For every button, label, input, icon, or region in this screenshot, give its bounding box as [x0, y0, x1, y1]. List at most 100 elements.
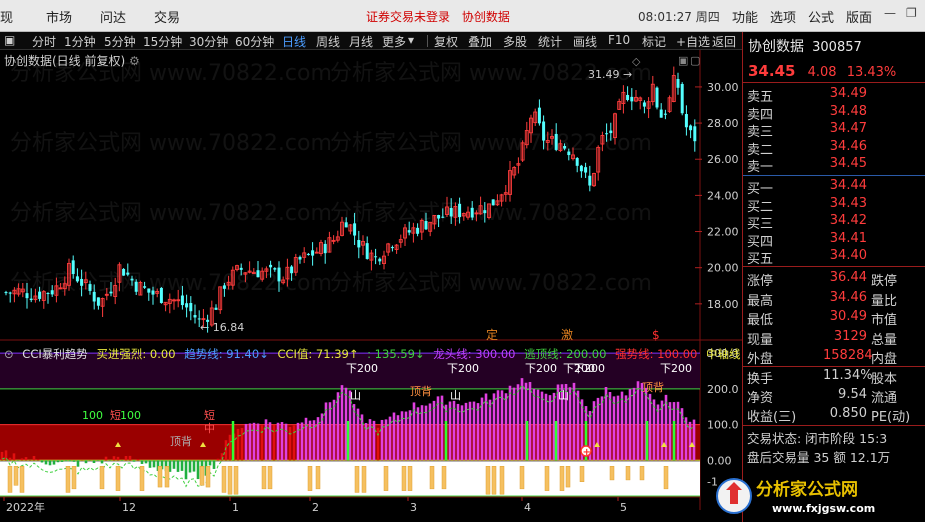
volume-signal-bar [499, 466, 505, 495]
menu-bar: 现 市场 问达 交易 证券交易未登录 协创数据 08:01:27 周四 功能 选… [0, 0, 925, 32]
menu-item-market[interactable]: 市场 [46, 7, 72, 26]
kline-chart[interactable]: 分析家公式网 www.70822.com分析家公式网 www.70822.com… [0, 50, 742, 522]
candle-body [298, 256, 302, 260]
chart-settings-icon[interactable]: ⚙ [129, 54, 140, 68]
overlay-button[interactable]: 叠加 [468, 33, 492, 50]
row-label: 外盘 [747, 352, 774, 367]
x-tick-label: 12 [122, 501, 136, 514]
tab-period-monthly[interactable]: 月线 [349, 33, 373, 50]
row-label: 换手 [747, 372, 774, 387]
tab-period-weekly[interactable]: 周线 [316, 33, 340, 50]
add-favorite-button[interactable]: +自选 [676, 33, 710, 50]
label-duan-2: 短 [204, 408, 215, 422]
stat-row: 最高 34.46 量比 [747, 290, 925, 309]
sell-level: 卖一 34.45 [747, 156, 925, 175]
row-label: 最低 [747, 313, 774, 328]
tab-period-30min[interactable]: 30分钟 [189, 33, 228, 50]
indicator-close-icon[interactable]: ⊙ [4, 347, 14, 361]
tab-period-5min[interactable]: 5分钟 [104, 33, 136, 50]
candle-body [269, 264, 273, 268]
label-100b: 100 [120, 409, 141, 422]
candle-body [483, 210, 487, 214]
menu-options[interactable]: 选项 [770, 7, 796, 26]
tab-period-1min[interactable]: 1分钟 [64, 33, 96, 50]
candle-body [126, 272, 130, 275]
tab-period-60min[interactable]: 60分钟 [235, 33, 274, 50]
y-tick-label: 20.00 [707, 262, 739, 275]
brand-name: 分析家公式网 [756, 479, 858, 500]
statistics-button[interactable]: 统计 [538, 33, 562, 50]
row-value: 34.43 [829, 195, 867, 211]
row-value: 34.48 [829, 103, 867, 119]
menu-item-xian[interactable]: 现 [0, 7, 13, 26]
row-value: 0.850 [829, 406, 867, 421]
volume-signal-bar [401, 466, 407, 491]
volume-signal-bar [261, 466, 267, 490]
chart-toolbar: ▣ 分时 1分钟 5分钟 15分钟 30分钟 60分钟 日线 周线 月线 更多 … [0, 32, 742, 50]
menu-formula[interactable]: 公式 [808, 7, 834, 26]
volume-signal-bar [315, 466, 321, 490]
candle-body [626, 94, 630, 100]
max-price-label: 31.49 → [588, 68, 632, 81]
adjust-button[interactable]: 复权 [434, 33, 458, 50]
multi-stock-button[interactable]: 多股 [503, 33, 527, 50]
tab-period-fenshi[interactable]: 分时 [32, 33, 56, 50]
candle-body [542, 121, 546, 141]
collapse-icon[interactable]: ▣ [4, 33, 15, 47]
draw-line-button[interactable]: 画线 [573, 33, 597, 50]
stock-name: 协创数据 [748, 39, 804, 55]
volume-signal-bar [139, 466, 145, 491]
restore-icon[interactable]: ❐ [906, 6, 917, 20]
volume-signal-bar [565, 466, 571, 488]
menu-item-trade[interactable]: 交易 [154, 7, 180, 26]
brand-logo: 分析家公式网 www.fxjgsw.com [716, 478, 875, 515]
candle-body [537, 107, 541, 124]
more-chevron-icon[interactable]: ▾ [408, 33, 414, 47]
candle-body [193, 315, 197, 318]
candle-body [197, 318, 201, 320]
indicator-name[interactable]: CCI暴利趋势 [22, 347, 87, 361]
row-label: 净资 [747, 391, 774, 406]
stat-row: 涨停 36.44 跌停 [747, 270, 925, 289]
indicator-value-6: 强势线: 100.00 [615, 347, 698, 361]
candle-body [46, 293, 50, 295]
candle-body [214, 307, 218, 310]
marker-ding: 定 [486, 327, 498, 342]
chart-title-text: 协创数据(日线 前复权) [4, 54, 126, 68]
row-label: 现量 [747, 332, 774, 348]
menu-item-wenda[interactable]: 问达 [100, 7, 126, 26]
watermark-text: 分析家公式网 www.70822.com [330, 271, 652, 296]
candle-body [609, 130, 613, 134]
row-label-2: 跌停 [871, 274, 898, 289]
x-tick-label: 2022年 [6, 500, 45, 514]
tab-period-15min[interactable]: 15分钟 [143, 33, 182, 50]
candle-body [92, 291, 96, 302]
sell-level: 卖二 34.46 [747, 139, 925, 158]
candle-body [25, 293, 29, 299]
label-shan: 山 [350, 389, 361, 402]
candle-body [222, 285, 226, 289]
mark-button[interactable]: 标记 [642, 33, 666, 50]
menu-function[interactable]: 功能 [732, 7, 758, 26]
f10-button[interactable]: F10 [608, 33, 630, 47]
stat-row: 最低 30.49 市值 [747, 309, 925, 328]
volume-signal-bar [579, 466, 585, 482]
tab-period-daily[interactable]: 日线 [282, 33, 306, 50]
price-change: 4.08 [807, 65, 837, 80]
tab-period-more[interactable]: 更多 [382, 33, 406, 50]
x-tick-label: 5 [620, 501, 627, 514]
stat-row: 现量 3129 总量 [747, 329, 925, 348]
menu-layout[interactable]: 版面 [846, 7, 872, 26]
candle-body [689, 125, 693, 131]
trade-login-status[interactable]: 证券交易未登录 [366, 10, 450, 24]
row-label: 买五 [747, 252, 774, 268]
back-button[interactable]: 返回 [712, 33, 736, 50]
x-tick-label: 1 [232, 501, 239, 514]
volume-signal-bar [65, 466, 71, 493]
label-shan-3: 山 [558, 389, 569, 402]
cci-label: 下200 [346, 362, 378, 375]
minimize-icon[interactable]: — [884, 6, 896, 20]
volume-signal-bar [99, 466, 105, 490]
candle-body [273, 268, 277, 270]
trade-status: 交易状态: 闭市阶段 15:3 [747, 431, 888, 446]
